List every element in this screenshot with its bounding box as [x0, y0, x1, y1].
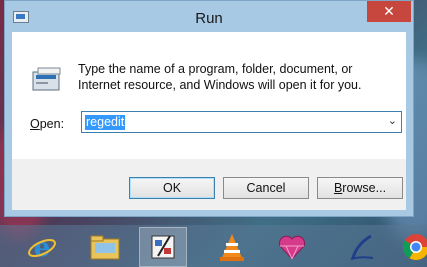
taskbar-item-file-explorer[interactable]: [81, 227, 129, 267]
svg-text:e: e: [34, 233, 51, 262]
title-bar[interactable]: Run ✕: [5, 1, 413, 34]
button-bar: OK Cancel Browse...: [12, 159, 406, 210]
open-label: Open:: [30, 117, 65, 131]
run-icon: [32, 67, 61, 91]
open-combobox[interactable]: regedit ⌄: [81, 111, 402, 133]
file-explorer-icon: [90, 235, 120, 260]
taskbar-item-internet-explorer[interactable]: e: [18, 227, 66, 267]
internet-explorer-icon: e: [28, 233, 56, 262]
window-title: Run: [195, 10, 223, 27]
taskbar-item-pink-heart-app[interactable]: [268, 227, 316, 267]
registry-editor-icon: [151, 235, 175, 259]
close-button[interactable]: ✕: [367, 1, 411, 22]
ok-button[interactable]: OK: [129, 177, 215, 199]
vlc-icon: [220, 234, 244, 261]
run-description: Type the name of a program, folder, docu…: [78, 62, 362, 92]
pink-heart-app-icon: [278, 235, 306, 260]
chevron-down-icon[interactable]: ⌄: [388, 114, 397, 127]
open-input[interactable]: regedit: [85, 115, 126, 130]
taskbar-item-pen-tool-app[interactable]: [338, 227, 386, 267]
taskbar-item-vlc[interactable]: [208, 227, 256, 267]
taskbar: e: [0, 225, 427, 267]
chrome-icon: [402, 234, 427, 260]
taskbar-item-chrome[interactable]: [392, 227, 427, 267]
run-dialog: Run ✕ Type the name of a program, folder…: [4, 0, 414, 217]
cancel-button[interactable]: Cancel: [223, 177, 309, 199]
pen-tool-app-icon: [350, 234, 374, 260]
browse-button[interactable]: Browse...: [317, 177, 403, 199]
taskbar-item-registry-editor[interactable]: [139, 227, 187, 267]
dialog-content: Type the name of a program, folder, docu…: [12, 32, 406, 210]
